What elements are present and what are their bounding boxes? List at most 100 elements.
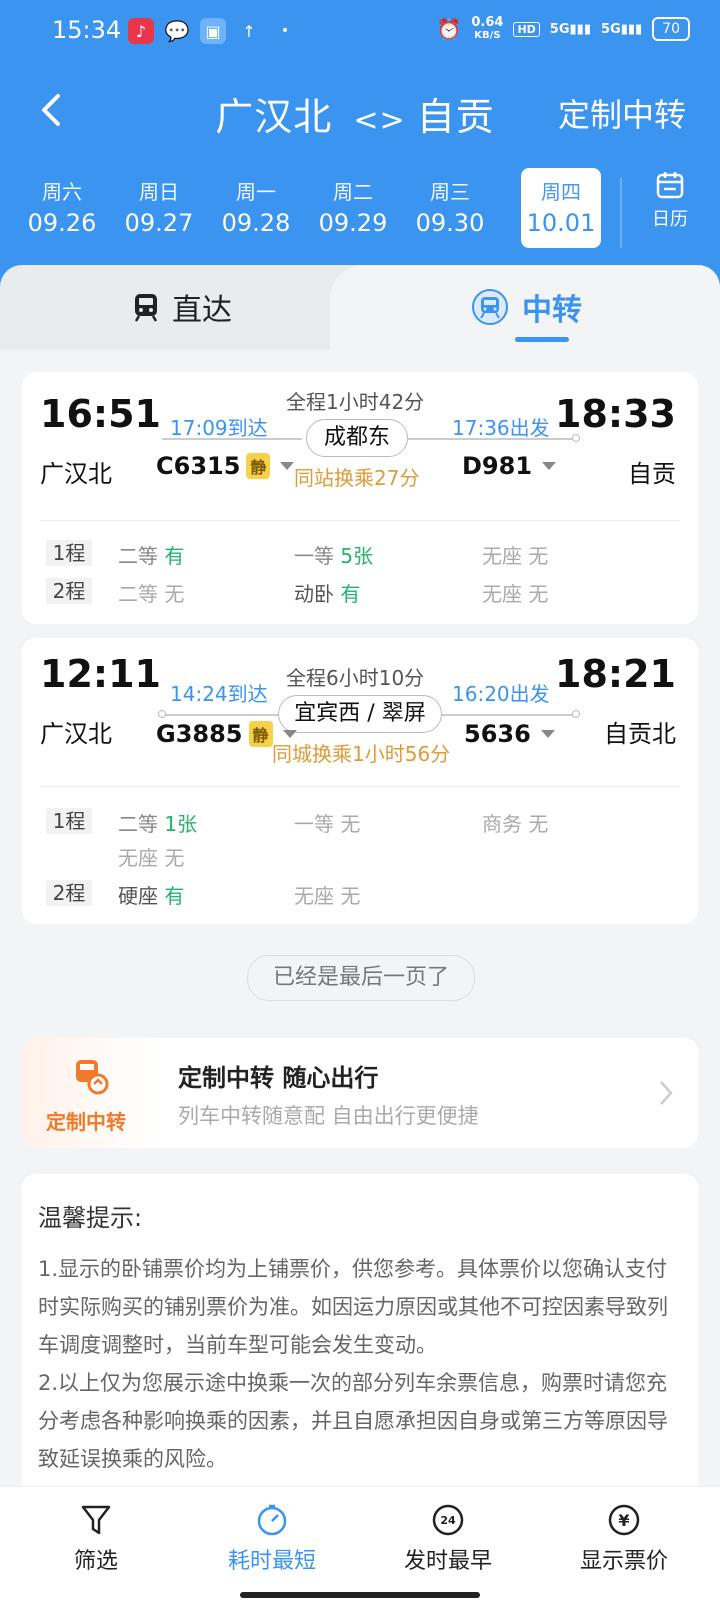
- route-to: 自贡: [416, 95, 495, 139]
- seat-info: 二等 有: [118, 540, 184, 569]
- seat-availability: 无: [340, 884, 361, 908]
- promo-subtitle: 列车中转随意配 自由出行更便捷: [178, 1104, 479, 1128]
- seat-availability: 有: [164, 884, 185, 908]
- date-tab[interactable]: 周三 09.30: [408, 168, 492, 248]
- train-code: 5636: [464, 720, 531, 748]
- custom-transfer-button[interactable]: 定制中转: [558, 90, 686, 136]
- seat-info: 一等 5张: [294, 540, 373, 569]
- seat-class: 二等: [118, 582, 158, 606]
- network-speed: 0.64 KB/S: [471, 16, 503, 42]
- filter-button[interactable]: 筛选: [16, 1501, 176, 1575]
- date-tab-selected[interactable]: 周四 10.01: [521, 168, 601, 248]
- seat-class: 一等: [294, 544, 334, 568]
- date-tab[interactable]: 周二 09.29: [311, 168, 395, 248]
- sort-shortest-button[interactable]: 耗时最短: [192, 1501, 352, 1575]
- dropdown-triangle-icon: [282, 730, 297, 738]
- route-end-dot: [572, 710, 580, 718]
- date-weekday: 周一: [236, 180, 276, 204]
- seat-info: 无座 无: [482, 540, 548, 569]
- date-tab[interactable]: 周六 09.26: [20, 168, 104, 248]
- quiet-car-badge: 静: [246, 453, 271, 479]
- alarm-icon: ⏰: [436, 17, 462, 41]
- seat-availability: 有: [340, 582, 361, 606]
- seat-info: 硬座 有: [118, 880, 184, 909]
- date-value: 09.30: [415, 209, 485, 237]
- seat-info: 无座 无: [118, 842, 184, 871]
- route-line: [442, 714, 578, 716]
- date-weekday: 周日: [139, 180, 179, 204]
- train-code: G3885: [156, 720, 243, 748]
- app-notification-icon: ▣: [200, 18, 226, 44]
- date-value: 09.27: [124, 209, 194, 237]
- departure-time: 16:51: [40, 392, 161, 436]
- date-value: 09.29: [318, 209, 388, 237]
- date-tab[interactable]: 周一 09.28: [214, 168, 298, 248]
- show-price-button[interactable]: ¥ 显示票价: [544, 1501, 704, 1575]
- date-selector: 周六 09.26 周日 09.27 周一 09.28 周二 09.29 周三 0…: [0, 160, 720, 260]
- leg-label: 1程: [46, 540, 92, 566]
- promo-title: 定制中转 随心出行: [178, 1064, 379, 1092]
- signal-icon-2: 5G▮▮▮: [600, 21, 643, 37]
- seat-info: 二等 无: [118, 578, 184, 607]
- seat-class: 无座: [482, 544, 522, 568]
- transfer-depart-time: 17:36出发: [452, 416, 550, 440]
- seat-class: 无座: [482, 582, 522, 606]
- wechat-icon: 💬: [164, 19, 190, 43]
- total-duration: 全程1小时42分: [286, 390, 425, 414]
- departure-time: 12:11: [40, 652, 161, 696]
- dropdown-triangle-icon: [540, 730, 555, 738]
- seat-info: 无座 无: [482, 578, 548, 607]
- status-time: 15:34: [52, 16, 122, 44]
- total-duration: 全程6小时10分: [286, 666, 425, 690]
- date-weekday: 周四: [541, 180, 581, 204]
- transfer-result-card[interactable]: 16:51 广汉北 18:33 自贡 17:09到达 全程1小时42分 17:3…: [22, 372, 698, 624]
- seat-availability: 无: [528, 544, 549, 568]
- transfer-result-card[interactable]: 12:11 广汉北 18:21 自贡北 14:24到达 全程6小时10分 16:…: [22, 638, 698, 924]
- seat-class: 无座: [294, 884, 334, 908]
- hd-badge: HD: [513, 21, 540, 37]
- calendar-icon: [656, 172, 684, 199]
- train-number-2[interactable]: D981: [462, 452, 557, 480]
- tips-title: 温馨提示:: [38, 1204, 143, 1232]
- sort-shortest-label: 耗时最短: [227, 1549, 316, 1574]
- seat-info: 商务 无: [482, 808, 548, 837]
- train-number-2[interactable]: 5636: [464, 720, 555, 748]
- seat-availability: 无: [164, 582, 185, 606]
- route-from: 广汉北: [215, 95, 333, 139]
- date-weekday: 周六: [42, 180, 82, 204]
- svg-text:24: 24: [440, 1514, 456, 1527]
- quiet-car-badge: 静: [248, 721, 273, 747]
- status-bar: 15:34 ♪ 💬 ▣ ↑ • ⏰ 0.64 KB/S HD 5G▮▮▮ 5G▮…: [0, 0, 720, 62]
- svg-text:¥: ¥: [618, 1511, 629, 1530]
- seat-availability: 无: [528, 812, 549, 836]
- tips-paragraph: 1.显示的卧铺票价均为上铺票价，供您参考。具体票价以您确认支付时实际购买的铺别票…: [38, 1257, 668, 1357]
- seat-class: 二等: [118, 812, 158, 836]
- custom-transfer-promo[interactable]: 定制中转 定制中转 随心出行 列车中转随意配 自由出行更便捷: [22, 1038, 698, 1148]
- sort-earliest-label: 发时最早: [403, 1549, 492, 1574]
- tab-direct[interactable]: 直达: [0, 265, 370, 350]
- departure-station: 广汉北: [40, 460, 112, 488]
- route-line: [162, 714, 280, 716]
- tab-direct-label: 直达: [172, 293, 232, 328]
- seat-class: 二等: [118, 544, 158, 568]
- date-value: 09.28: [221, 209, 291, 237]
- divider: [40, 520, 680, 521]
- sort-earliest-button[interactable]: 24 发时最早: [368, 1501, 528, 1575]
- tips-paragraph: 2.以上仅为您展示途中换乘一次的部分列车余票信息，购票时请您充分考虑各种影响换乘…: [38, 1371, 668, 1471]
- chevron-right-icon: [660, 1081, 673, 1105]
- date-tab[interactable]: 周日 09.27: [117, 168, 201, 248]
- seat-availability: 无: [164, 846, 185, 870]
- departure-station: 广汉北: [40, 720, 112, 748]
- train-code: C6315: [156, 452, 241, 480]
- seat-availability: 5张: [340, 544, 374, 568]
- calendar-button[interactable]: 日历: [642, 170, 698, 231]
- train-number-1[interactable]: C6315 静: [156, 452, 295, 480]
- seat-info: 动卧 有: [294, 578, 360, 607]
- signal-label-2: 5G: [600, 21, 621, 37]
- dropdown-triangle-icon: [542, 462, 557, 470]
- signal-icon: 5G▮▮▮: [549, 21, 591, 37]
- route-separator: <>: [353, 103, 406, 138]
- train-icon: [134, 294, 158, 322]
- arrival-station: 自贡北: [604, 720, 676, 748]
- nav-bar: 广汉北 <> 自贡 定制中转: [0, 80, 720, 144]
